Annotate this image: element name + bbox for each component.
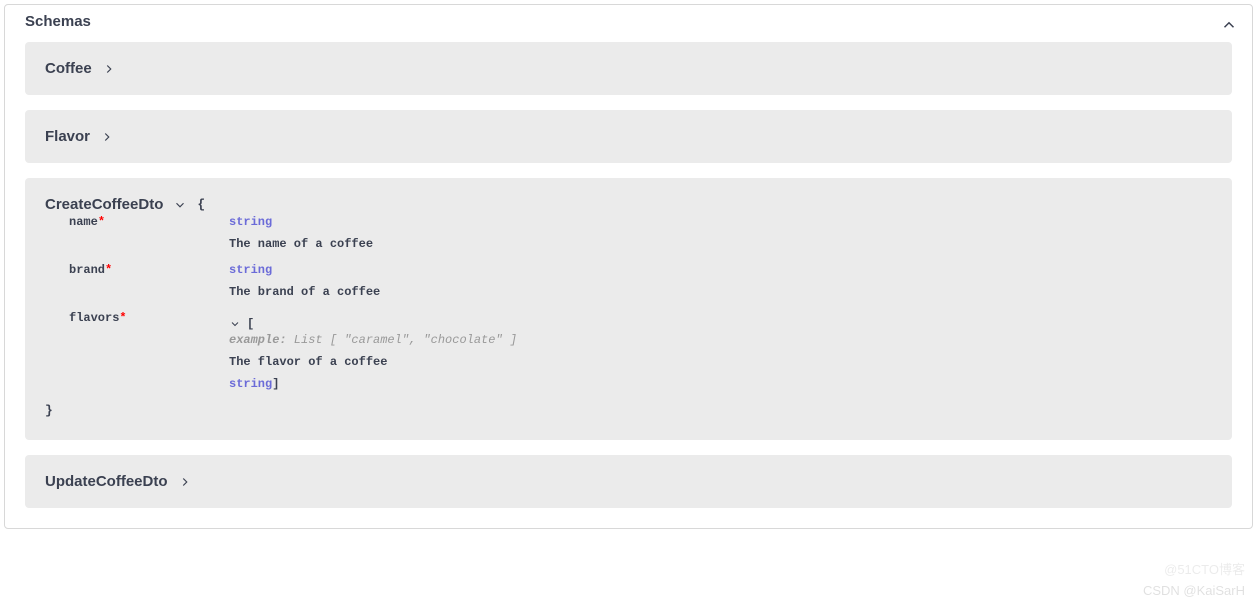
watermark-text: CSDN @KaiSarH [1143,583,1245,598]
property-name: flavors [69,311,119,325]
schema-item-updatecoffeedto[interactable]: UpdateCoffeeDto [25,455,1232,508]
collapse-icon[interactable] [1220,16,1232,28]
array-item-type: string [229,377,272,391]
property-description: The flavor of a coffee [229,355,1212,369]
schema-item-createcoffeedto: CreateCoffeeDto { name* string The name … [25,178,1232,440]
schema-properties: name* string The name of a coffee brand*… [59,215,1212,391]
required-indicator: * [98,215,105,229]
schema-name: Flavor [45,128,90,145]
schema-name: UpdateCoffeeDto [45,473,168,490]
property-row-brand: brand* string The brand of a coffee [59,263,1212,299]
property-row-flavors: flavors* [ example: List [ "caramel", "c… [59,311,1212,391]
required-indicator: * [105,263,112,277]
schema-item-coffee[interactable]: Coffee [25,42,1232,95]
schema-name: Coffee [45,60,92,77]
schemas-panel: Schemas Coffee Flavor CreateCof [4,4,1253,529]
chevron-right-icon[interactable] [100,130,114,144]
array-open-bracket: [ [247,317,254,331]
watermark-text: @51CTO博客 [1164,559,1245,578]
schema-item-flavor[interactable]: Flavor [25,110,1232,163]
property-description: The brand of a coffee [229,285,1212,299]
chevron-down-icon[interactable] [173,198,187,212]
property-name: brand [69,263,105,277]
property-example: example: List [ "caramel", "chocolate" ] [229,333,1212,347]
schema-list: Coffee Flavor CreateCoffeeDto { [5,42,1252,508]
property-type: string [229,215,1212,229]
close-brace: } [45,403,1212,418]
property-type: string [229,263,1212,277]
required-indicator: * [119,311,126,325]
property-row-name: name* string The name of a coffee [59,215,1212,251]
property-name: name [69,215,98,229]
open-brace: { [197,197,205,212]
property-description: The name of a coffee [229,237,1212,251]
schemas-header[interactable]: Schemas [5,5,1252,42]
array-close-bracket: ] [272,377,279,391]
schema-name: CreateCoffeeDto [45,196,163,213]
chevron-right-icon[interactable] [102,62,116,76]
schemas-title: Schemas [25,13,91,30]
chevron-down-icon[interactable] [229,318,241,330]
chevron-right-icon[interactable] [178,475,192,489]
